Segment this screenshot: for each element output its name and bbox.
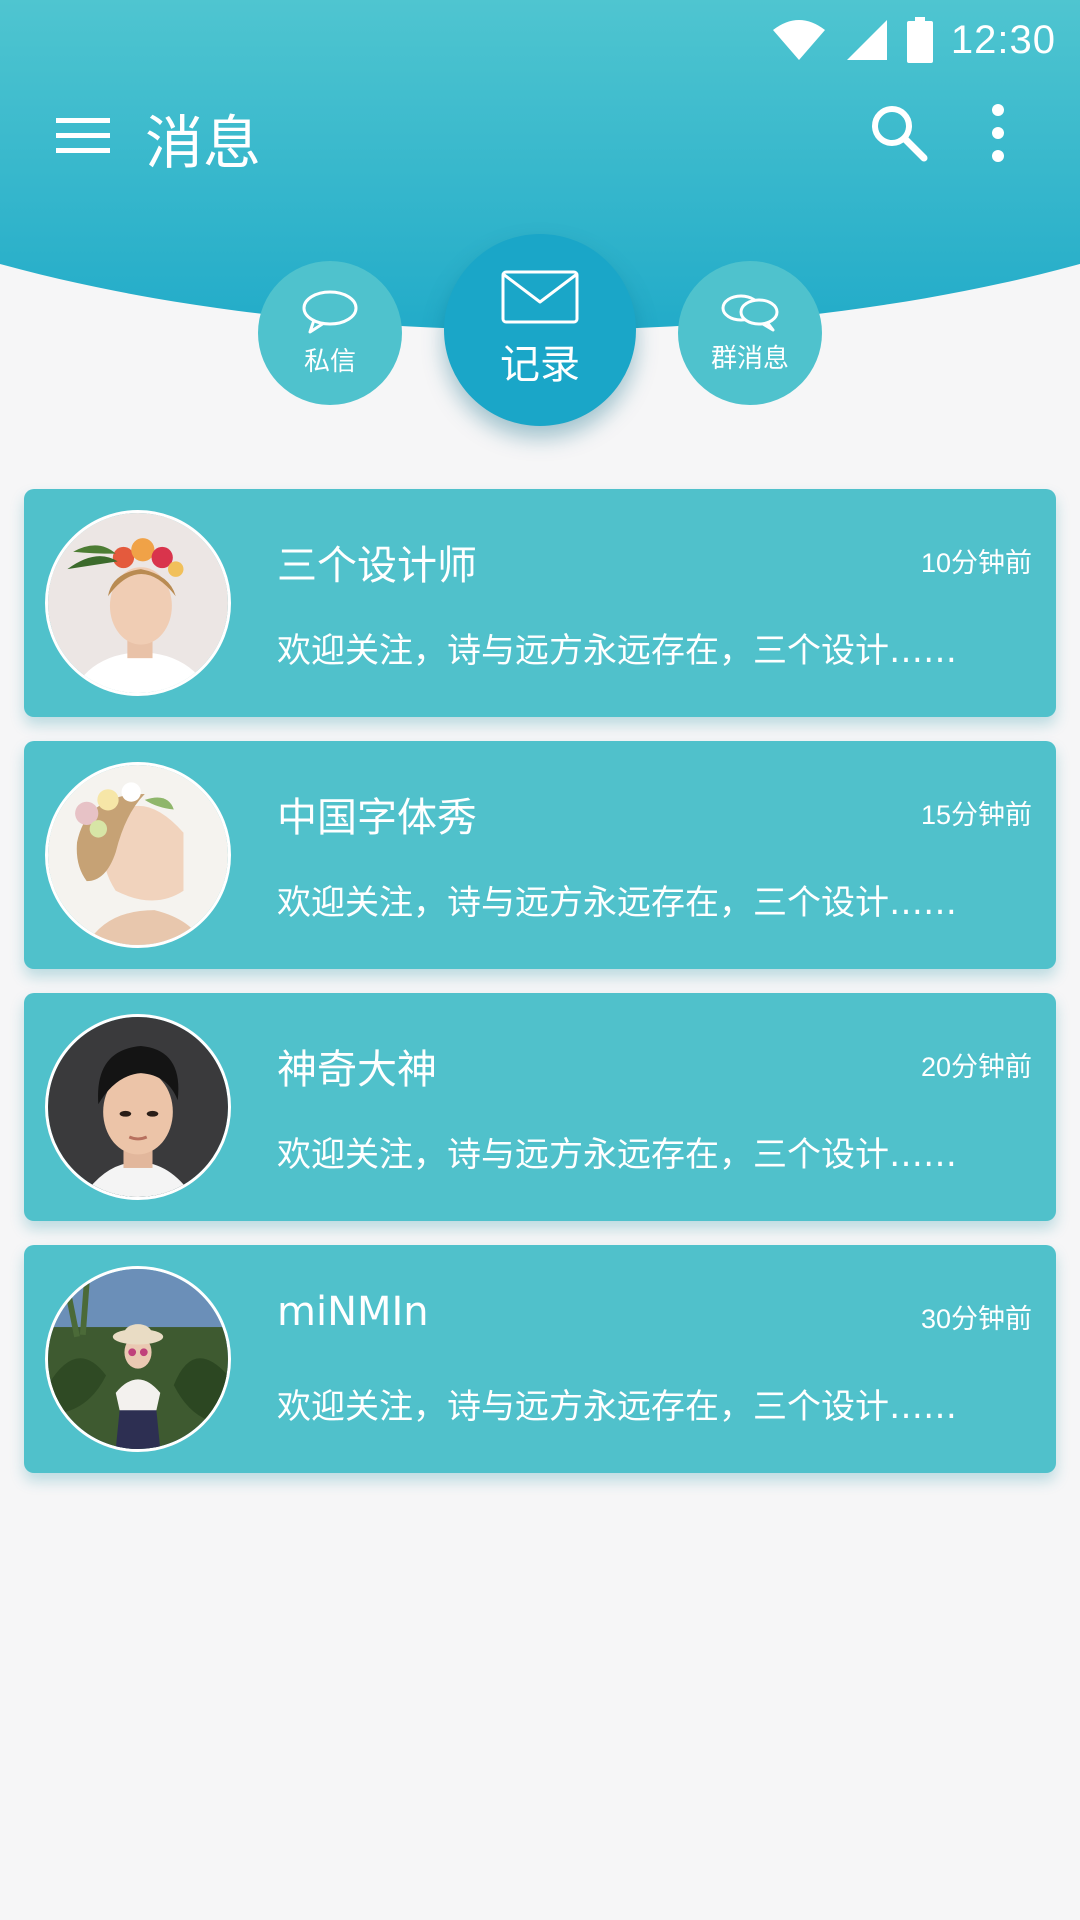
tab-private-messages[interactable]: 私信 — [258, 261, 402, 405]
contact-name: 三个设计师 — [277, 543, 477, 589]
group-chat-icon — [721, 294, 779, 331]
message-time: 30分钟前 — [920, 1304, 1032, 1334]
avatar-image-woman-flower-profile — [48, 765, 228, 945]
message-preview: 欢迎关注，诗与远方永远存在，三个设计…… — [277, 1135, 957, 1175]
message-time: 15分钟前 — [920, 800, 1032, 830]
menu-icon[interactable] — [56, 108, 112, 164]
message-preview: 欢迎关注，诗与远方永远存在，三个设计…… — [277, 631, 957, 671]
signal-icon — [846, 20, 887, 60]
status-time: 12:30 — [950, 17, 1056, 62]
message-time: 20分钟前 — [920, 1052, 1032, 1082]
tab-group-label: 群消息 — [710, 343, 789, 374]
tab-records-label: 记录 — [500, 342, 580, 388]
message-preview: 欢迎关注，诗与远方永远存在，三个设计…… — [277, 883, 957, 923]
avatar — [45, 1014, 231, 1200]
page-title: 消息 — [145, 109, 262, 177]
avatar — [45, 510, 231, 696]
message-card[interactable]: miNMIn 30分钟前 欢迎关注，诗与远方永远存在，三个设计…… — [24, 1245, 1056, 1473]
chat-bubble-icon — [302, 290, 358, 333]
search-icon[interactable] — [868, 102, 930, 164]
message-preview: 欢迎关注，诗与远方永远存在，三个设计…… — [277, 1387, 957, 1427]
contact-name: miNMIn — [277, 1289, 429, 1335]
status-icons: 12:30 — [771, 12, 1056, 68]
message-time: 10分钟前 — [920, 548, 1032, 578]
avatar-image-young-man — [48, 1017, 228, 1197]
app-bar: 消息 — [0, 80, 1080, 190]
message-card[interactable]: 神奇大神 20分钟前 欢迎关注，诗与远方永远存在，三个设计…… — [24, 993, 1056, 1221]
message-card[interactable]: 三个设计师 10分钟前 欢迎关注，诗与远方永远存在，三个设计…… — [24, 489, 1056, 717]
avatar-image-girl-garden — [48, 1269, 228, 1449]
tab-records[interactable]: 记录 — [444, 234, 636, 426]
envelope-icon — [501, 270, 579, 324]
contact-name: 神奇大神 — [277, 1047, 437, 1093]
tab-group-messages[interactable]: 群消息 — [678, 261, 822, 405]
message-card[interactable]: 中国字体秀 15分钟前 欢迎关注，诗与远方永远存在，三个设计…… — [24, 741, 1056, 969]
status-bar: 12:30 — [0, 0, 1080, 80]
tab-private-label: 私信 — [303, 346, 356, 377]
more-vert-icon[interactable] — [980, 102, 1016, 164]
avatar — [45, 1266, 231, 1452]
wifi-icon — [772, 20, 825, 60]
battery-icon — [906, 17, 933, 63]
avatar-image-girl-flower-crown — [48, 513, 228, 693]
avatar — [45, 762, 231, 948]
contact-name: 中国字体秀 — [277, 795, 477, 841]
